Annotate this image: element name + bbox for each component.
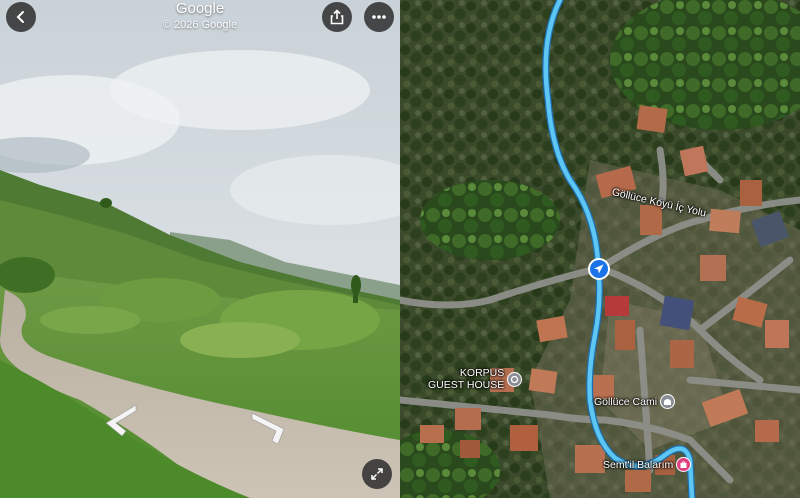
poi-label-line1: KORPUS: [459, 367, 505, 379]
street-view-pane[interactable]: Google © 2026 Google: [0, 0, 400, 498]
nav-arrow-right-icon[interactable]: [250, 411, 288, 445]
more-options-button[interactable]: [364, 2, 394, 32]
share-icon: [330, 9, 344, 25]
mosque-pin-icon: [660, 394, 676, 409]
expand-button[interactable]: [362, 459, 392, 489]
poi-label: KORPUS GUEST HOUSE: [428, 367, 504, 391]
expand-icon: [371, 468, 383, 480]
poi-label: Semt'il Balarım: [603, 458, 674, 471]
navigation-arrow-icon[interactable]: [587, 257, 611, 281]
poi-gollu-cami[interactable]: Göllüce Cami: [594, 394, 676, 409]
street-view-photo[interactable]: [0, 0, 400, 498]
satellite-map[interactable]: Göllüce Köyü İç Yolu KORPUS GUEST HOUSE …: [400, 0, 800, 498]
satellite-imagery[interactable]: [400, 0, 800, 498]
share-button[interactable]: [322, 2, 352, 32]
nav-arrow-left-icon[interactable]: [102, 403, 138, 437]
poi-korpus-guest-house[interactable]: KORPUS GUEST HOUSE: [428, 367, 523, 391]
lodging-pin-icon: [507, 371, 523, 387]
poi-label-line2: GUEST HOUSE: [428, 379, 505, 391]
chevron-left-icon: [16, 11, 24, 23]
more-horizontal-icon: [372, 15, 386, 19]
poi-semtil-balarim[interactable]: Semt'il Balarım: [603, 457, 692, 472]
poi-label: Göllüce Cami: [594, 395, 658, 408]
shopping-pin-icon: [676, 457, 692, 472]
back-button[interactable]: [6, 2, 36, 32]
